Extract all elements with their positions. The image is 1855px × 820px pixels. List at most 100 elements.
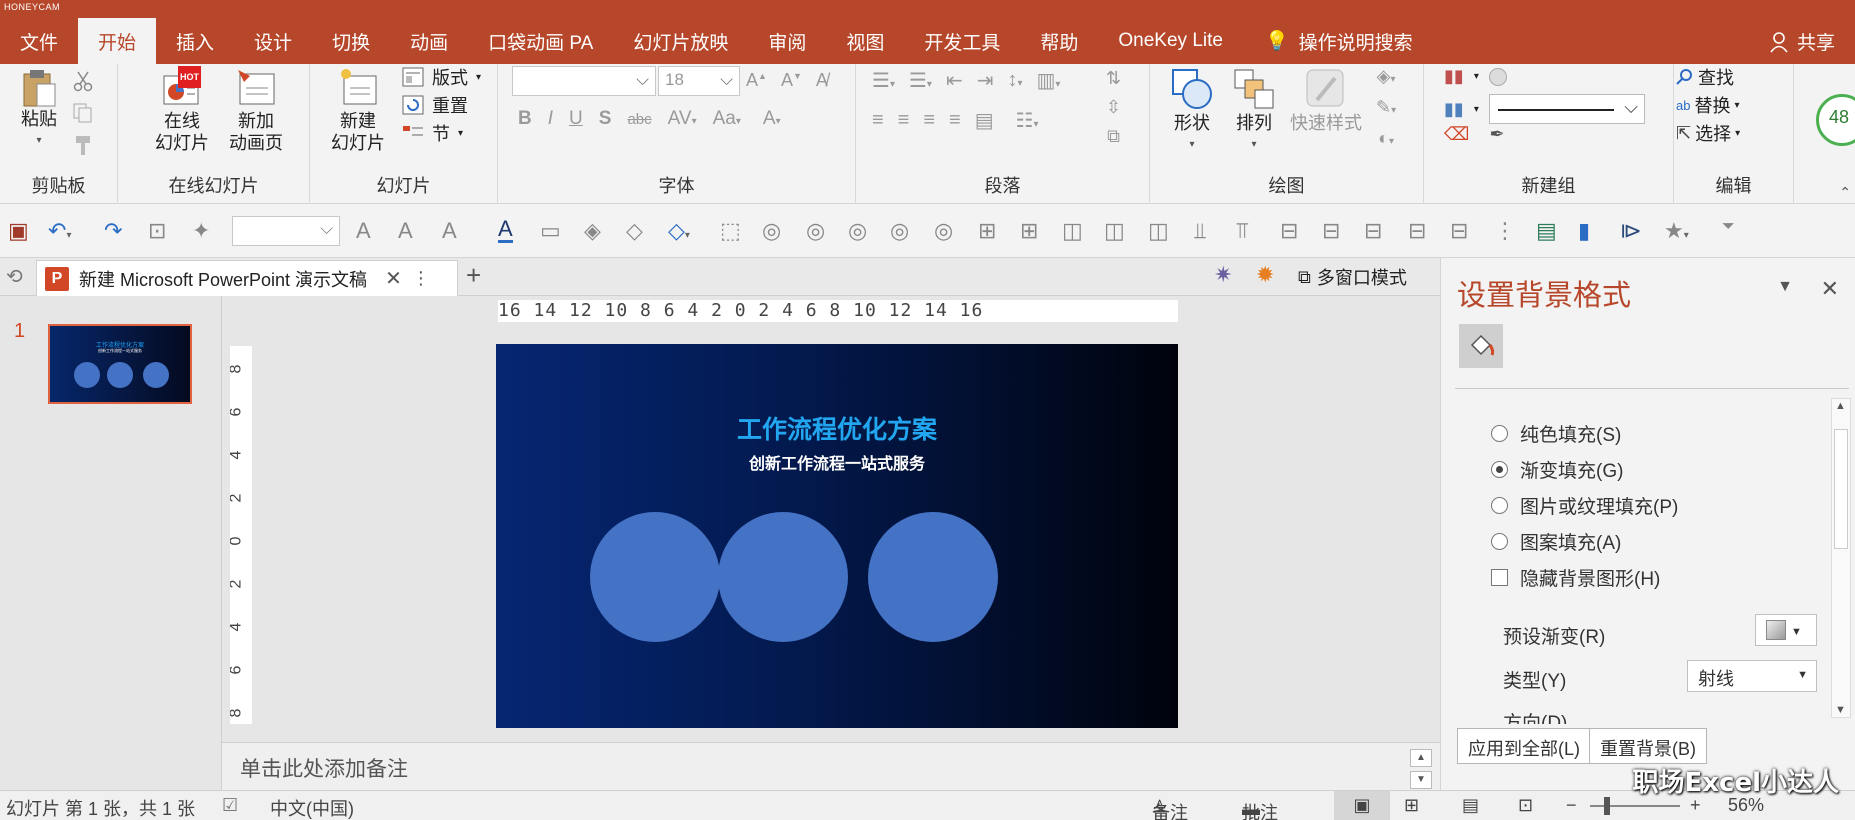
send-back-qat-icon[interactable]: ◫ — [1104, 218, 1125, 244]
normal-view-icon[interactable]: ▣ — [1334, 791, 1390, 820]
online-slides-button[interactable]: HOT 在线 幻灯片 — [146, 66, 218, 154]
bring-front-qat-icon[interactable]: ◫ — [1062, 218, 1083, 244]
font-color-icon[interactable]: A▾ — [763, 108, 781, 130]
pattern-fill-radio[interactable] — [1491, 533, 1508, 550]
collapse-ribbon-icon[interactable]: ⌃ — [1839, 184, 1851, 201]
apply-to-all-button[interactable]: 应用到全部(L) — [1457, 728, 1591, 764]
close-icon[interactable]: ✕ — [1821, 276, 1839, 302]
shrink-font-qat-icon[interactable]: A — [398, 218, 413, 244]
slide-circle-1[interactable] — [590, 512, 720, 642]
tab-10[interactable]: 开发工具 — [904, 18, 1020, 64]
star-qat-icon[interactable]: ★▾ — [1664, 218, 1689, 244]
slide-canvas[interactable]: 工作流程优化方案 创新工作流程一站式服务 — [496, 344, 1178, 728]
edit-points-qat-icon[interactable]: ⬚ — [720, 218, 741, 244]
shrink-font-icon[interactable]: A▼ — [781, 70, 802, 91]
tab-1[interactable]: 开始 — [78, 18, 157, 64]
fill-tab-icon[interactable] — [1459, 324, 1503, 368]
align-right-qat-icon[interactable]: ⊟ — [1322, 218, 1340, 244]
arrange-button[interactable]: 排列 ▾ — [1226, 66, 1282, 156]
distribute-h-qat-icon[interactable]: ⊟ — [1450, 218, 1468, 244]
qat-font-combo[interactable]: ⌵ — [232, 216, 340, 246]
font-color-qat-icon[interactable]: A — [498, 218, 513, 243]
new-slide-button[interactable]: 新建 幻灯片 — [322, 66, 394, 154]
distributed-icon[interactable]: ▤ — [975, 108, 994, 133]
merge-3-qat-icon[interactable]: ◎ — [848, 218, 867, 244]
undo-icon[interactable]: ↶▾ — [48, 218, 71, 244]
pane-options-icon[interactable]: ▼ — [1777, 278, 1793, 296]
paint-icon[interactable]: ✦ — [192, 218, 210, 244]
paste-button[interactable]: 粘贴 ▾ — [14, 68, 64, 152]
slide-qat-icon[interactable]: ▤ — [1536, 218, 1557, 244]
shapes-button[interactable]: 形状 ▾ — [1162, 66, 1222, 156]
multi-color-2-icon[interactable]: ▮▮ — [1444, 99, 1464, 120]
align-center-icon[interactable]: ≡ — [898, 109, 910, 132]
grow-font-icon[interactable]: A▲ — [746, 70, 767, 91]
italic-icon[interactable]: I — [548, 108, 553, 130]
solid-fill-radio[interactable] — [1491, 425, 1508, 442]
tab-8[interactable]: 审阅 — [748, 18, 826, 64]
shape-fill-icon[interactable]: ◈▾ — [1377, 66, 1396, 87]
redo-icon[interactable]: ↷ — [104, 218, 122, 244]
share-button[interactable]: 共享 — [1769, 28, 1835, 55]
strikethrough-icon[interactable]: abc — [627, 111, 651, 128]
gear-icon[interactable]: ✹ — [1256, 262, 1274, 288]
tell-me-search[interactable]: 💡 操作说明搜索 — [1243, 18, 1413, 64]
forward-qat-icon[interactable]: ◫ — [1148, 218, 1169, 244]
slide-circle-2[interactable] — [718, 512, 848, 642]
tab-9[interactable]: 视图 — [826, 18, 904, 64]
select-button[interactable]: ⇱ 选择 ▾ — [1676, 120, 1740, 146]
scroll-up-icon[interactable]: ▲ — [1410, 749, 1432, 767]
distribute-qat-icon[interactable]: ⋮ — [1494, 218, 1516, 244]
document-tab[interactable]: P 新建 Microsoft PowerPoint 演示文稿 ✕ ⋮ — [36, 260, 458, 296]
font-size-combo[interactable]: 18 ⌵ — [658, 66, 740, 96]
format-painter-icon[interactable] — [72, 134, 94, 156]
shapes-qat-icon[interactable]: ◇▾ — [668, 218, 690, 244]
section-button[interactable]: 节 ▾ — [402, 120, 463, 146]
align-top-qat-icon[interactable]: ⫪ — [1236, 218, 1248, 244]
clear-format-icon[interactable]: A̸ — [816, 70, 828, 91]
cut-icon[interactable] — [72, 70, 94, 92]
smartart-icon[interactable]: ⧉ — [1107, 126, 1120, 147]
circle-icon[interactable] — [1488, 67, 1507, 86]
slide-sorter-icon[interactable]: ⊞ — [1404, 795, 1419, 816]
animation-qat-icon[interactable]: ⧐ — [1620, 218, 1642, 244]
align-bottom-qat-icon[interactable]: ⫫ — [1194, 218, 1206, 244]
hide-background-option[interactable]: 隐藏背景图形(H) — [1491, 564, 1660, 591]
line-style-combo[interactable]: ⌵ — [1488, 94, 1645, 124]
slideshow-icon[interactable]: ⊡ — [1518, 795, 1533, 816]
align-left-qat-icon[interactable]: ⊟ — [1364, 218, 1382, 244]
increase-indent-icon[interactable]: ⇥ — [977, 68, 994, 93]
grow-font-qat-icon[interactable]: A — [356, 218, 371, 244]
shape-effects-icon[interactable]: ◐▾ — [1378, 128, 1394, 149]
font-name-combo[interactable]: ⌵ — [512, 66, 656, 96]
picture-fill-option[interactable]: 图片或纹理填充(P) — [1491, 492, 1678, 519]
change-case-icon[interactable]: Aa▾ — [713, 108, 741, 130]
slide-title[interactable]: 工作流程优化方案 — [496, 410, 1178, 446]
shape-outline-icon[interactable]: ✎▾ — [1376, 97, 1396, 118]
tab-6[interactable]: 口袋动画 PA — [468, 18, 613, 64]
notes-scrollbar[interactable]: ▲ ▼ — [1410, 749, 1432, 789]
pane-scrollbar[interactable]: ▲ ▼ — [1831, 398, 1851, 718]
pattern-fill-option[interactable]: 图案填充(A) — [1491, 528, 1621, 555]
merge-1-qat-icon[interactable]: ◎ — [762, 218, 781, 244]
gradient-fill-radio[interactable] — [1491, 461, 1508, 478]
merge-4-qat-icon[interactable]: ◎ — [890, 218, 909, 244]
replace-button[interactable]: ab 替换 ▾ — [1676, 92, 1740, 118]
multi-color-icon[interactable]: ▮▮ — [1444, 66, 1464, 87]
new-animation-page-button[interactable]: 新加 动画页 — [220, 66, 292, 154]
close-icon[interactable]: ✕ — [385, 266, 402, 291]
text-effects-qat-icon[interactable]: A — [442, 218, 457, 244]
preset-gradient-picker[interactable]: ▼ — [1755, 614, 1817, 646]
scroll-up-icon[interactable]: ▲ — [1835, 400, 1846, 412]
reset-button[interactable]: 重置 — [402, 92, 468, 118]
magic-icon[interactable]: ✷ — [1214, 262, 1232, 288]
bullets-icon[interactable]: ☰▾ — [872, 68, 895, 93]
scroll-down-icon[interactable]: ▼ — [1410, 771, 1432, 789]
bold-icon[interactable]: B — [518, 108, 532, 130]
present-icon[interactable]: ⊡ — [148, 218, 166, 244]
numbering-icon[interactable]: ☰▾ — [909, 68, 932, 93]
textbox-qat-icon[interactable]: ▭ — [540, 218, 561, 244]
fill-qat-icon[interactable]: ◈ — [584, 218, 601, 244]
underline-icon[interactable]: U — [569, 108, 583, 130]
spellcheck-icon[interactable]: ☑ — [222, 795, 238, 816]
